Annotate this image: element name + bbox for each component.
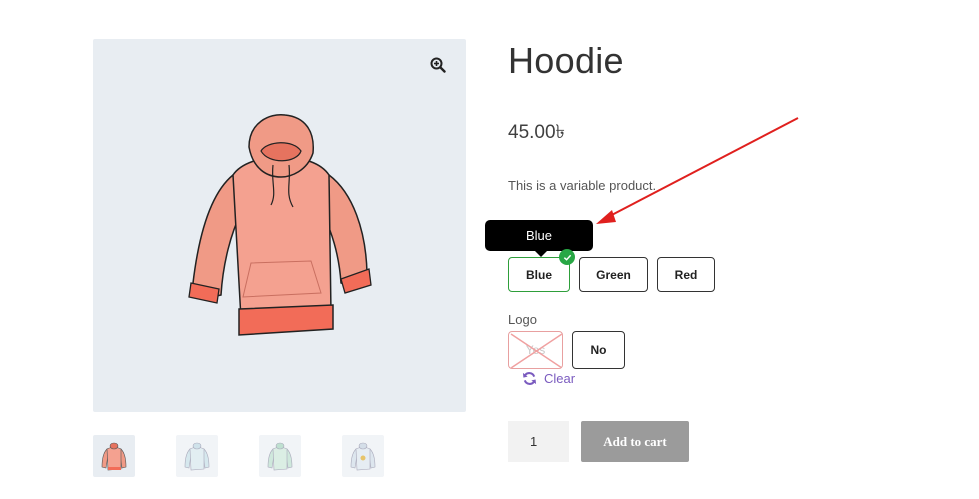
product-gallery [93, 39, 466, 412]
swatch-label: Red [674, 267, 698, 282]
unavailable-cross-icon [510, 333, 562, 368]
swatch-no[interactable]: No [572, 331, 625, 369]
product-title: Hoodie [508, 40, 624, 81]
quantity-input[interactable] [508, 421, 569, 462]
thumbnail-hoodie-blue[interactable] [176, 435, 218, 477]
clear-link[interactable]: Clear [522, 371, 575, 386]
thumbnail-hoodie-red[interactable] [93, 435, 135, 477]
swatch-green[interactable]: Green [579, 257, 648, 292]
swatch-red[interactable]: Red [657, 257, 715, 292]
swatch-label: Blue [525, 267, 552, 282]
clear-label: Clear [544, 371, 576, 386]
swatch-tooltip: Blue [485, 220, 593, 257]
swatch-blue[interactable]: Blue [508, 249, 575, 292]
product-price: 45.00৳ [508, 122, 566, 143]
product-description: This is a variable product. [508, 178, 657, 193]
hoodie-thumbnail-icon [184, 442, 210, 471]
hoodie-thumbnail-icon [267, 442, 293, 471]
thumbnail-strip [93, 435, 384, 477]
thumbnail-hoodie-logo[interactable] [342, 435, 384, 477]
refresh-icon [522, 372, 537, 385]
hoodie-thumbnail-icon [350, 442, 376, 471]
logo-label: Logo [508, 312, 537, 327]
swatch-label: No [590, 343, 607, 357]
check-icon [559, 249, 575, 265]
thumbnail-hoodie-green[interactable] [259, 435, 301, 477]
hoodie-image [188, 114, 372, 336]
zoom-in-icon [430, 57, 446, 73]
swatch-yes-disabled[interactable]: Yes [508, 331, 563, 369]
add-to-cart-button[interactable]: Add to cart [581, 421, 689, 462]
zoom-button[interactable] [426, 53, 450, 77]
hoodie-thumbnail-icon [101, 442, 127, 471]
swatch-label: Green [596, 267, 631, 282]
